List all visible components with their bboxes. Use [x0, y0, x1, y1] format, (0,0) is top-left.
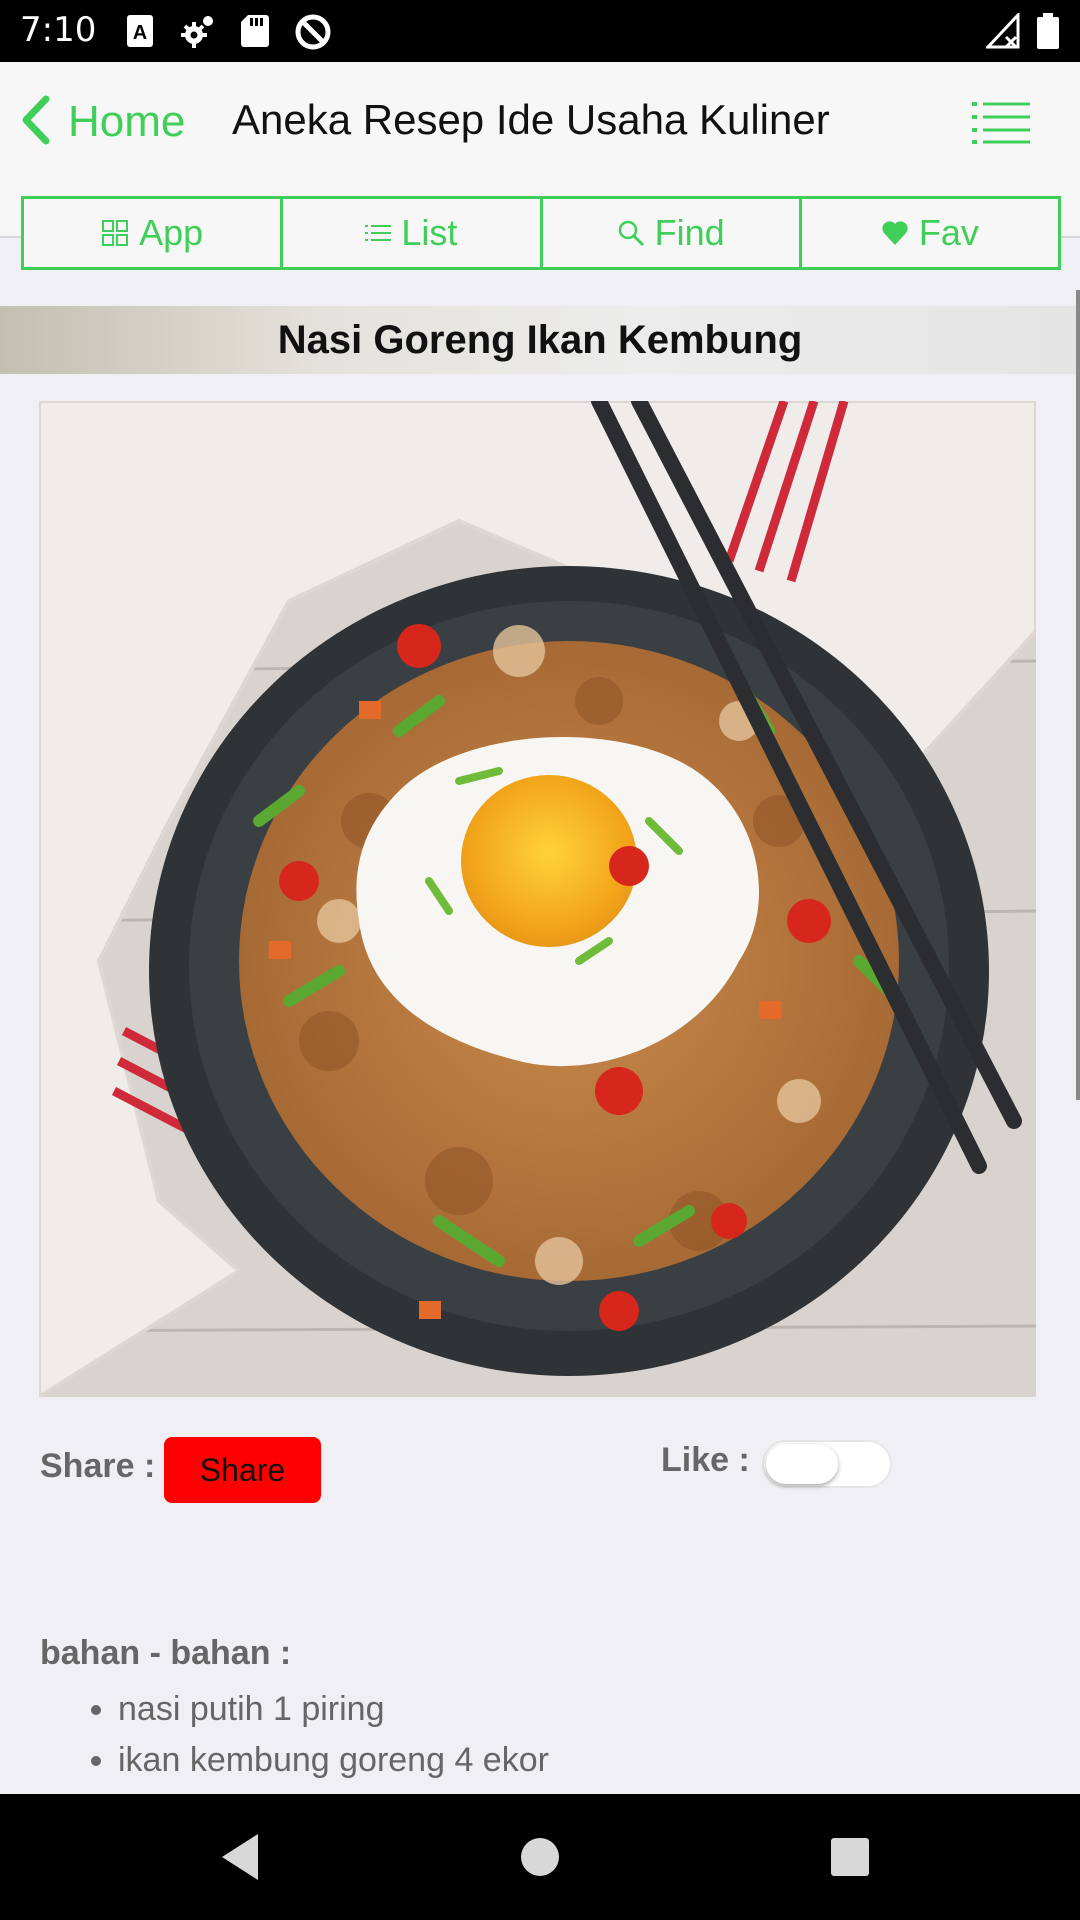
recipe-photo [39, 401, 1036, 1397]
tab-label: Find [654, 212, 725, 253]
sd-card-icon [240, 13, 270, 49]
list-item: ikan kembung goreng 4 ekor [118, 1735, 549, 1786]
like-toggle[interactable] [762, 1440, 892, 1488]
recents-icon[interactable] [800, 1794, 900, 1920]
heart-icon [881, 220, 909, 246]
gear-icon [180, 13, 216, 49]
svg-text:A: A [133, 22, 147, 44]
battery-icon [1036, 13, 1060, 49]
home-back-button[interactable]: Home [20, 92, 185, 152]
page-title: Aneka Resep Ide Usaha Kuliner [232, 96, 830, 143]
tab-fav[interactable]: Fav [802, 199, 1058, 267]
list-icon [365, 223, 392, 243]
list-menu-icon[interactable] [972, 100, 1032, 146]
data-saver-icon [294, 13, 332, 50]
share-label: Share : [40, 1447, 156, 1485]
toggle-knob[interactable] [766, 1444, 838, 1484]
text-a-icon: A [126, 13, 154, 49]
status-bar: 7:10 A [0, 0, 1080, 62]
signal-icon [986, 13, 1022, 49]
tab-find[interactable]: Find [543, 199, 802, 267]
share-button[interactable]: Share [164, 1437, 321, 1503]
back-label: Home [68, 97, 186, 146]
recipe-title: Nasi Goreng Ikan Kembung [277, 317, 803, 362]
scrollbar[interactable] [1076, 290, 1080, 1100]
tab-label: App [139, 212, 204, 253]
tab-label: List [401, 212, 458, 253]
status-time: 7:10 [20, 10, 97, 50]
list-item: nasi putih 1 piring [118, 1684, 549, 1735]
back-icon[interactable] [190, 1794, 290, 1920]
grid-icon [101, 219, 129, 247]
chevron-left-icon [20, 95, 50, 150]
app-header: Home Aneka Resep Ide Usaha Kuliner App L… [0, 62, 1080, 270]
tab-list[interactable]: List [283, 199, 543, 267]
ingredients-list: nasi putih 1 piring ikan kembung goreng … [118, 1684, 549, 1786]
home-icon[interactable] [490, 1794, 590, 1920]
tab-label: Fav [918, 212, 979, 253]
system-nav-bar [0, 1794, 1080, 1920]
ingredients-heading: bahan - bahan : [40, 1634, 292, 1672]
recipe-title-bar: Nasi Goreng Ikan Kembung [0, 306, 1080, 374]
tab-bar: App List Find Fav [21, 196, 1061, 270]
search-icon [617, 219, 645, 247]
like-label: Like : [661, 1441, 750, 1479]
tab-app[interactable]: App [24, 199, 284, 267]
